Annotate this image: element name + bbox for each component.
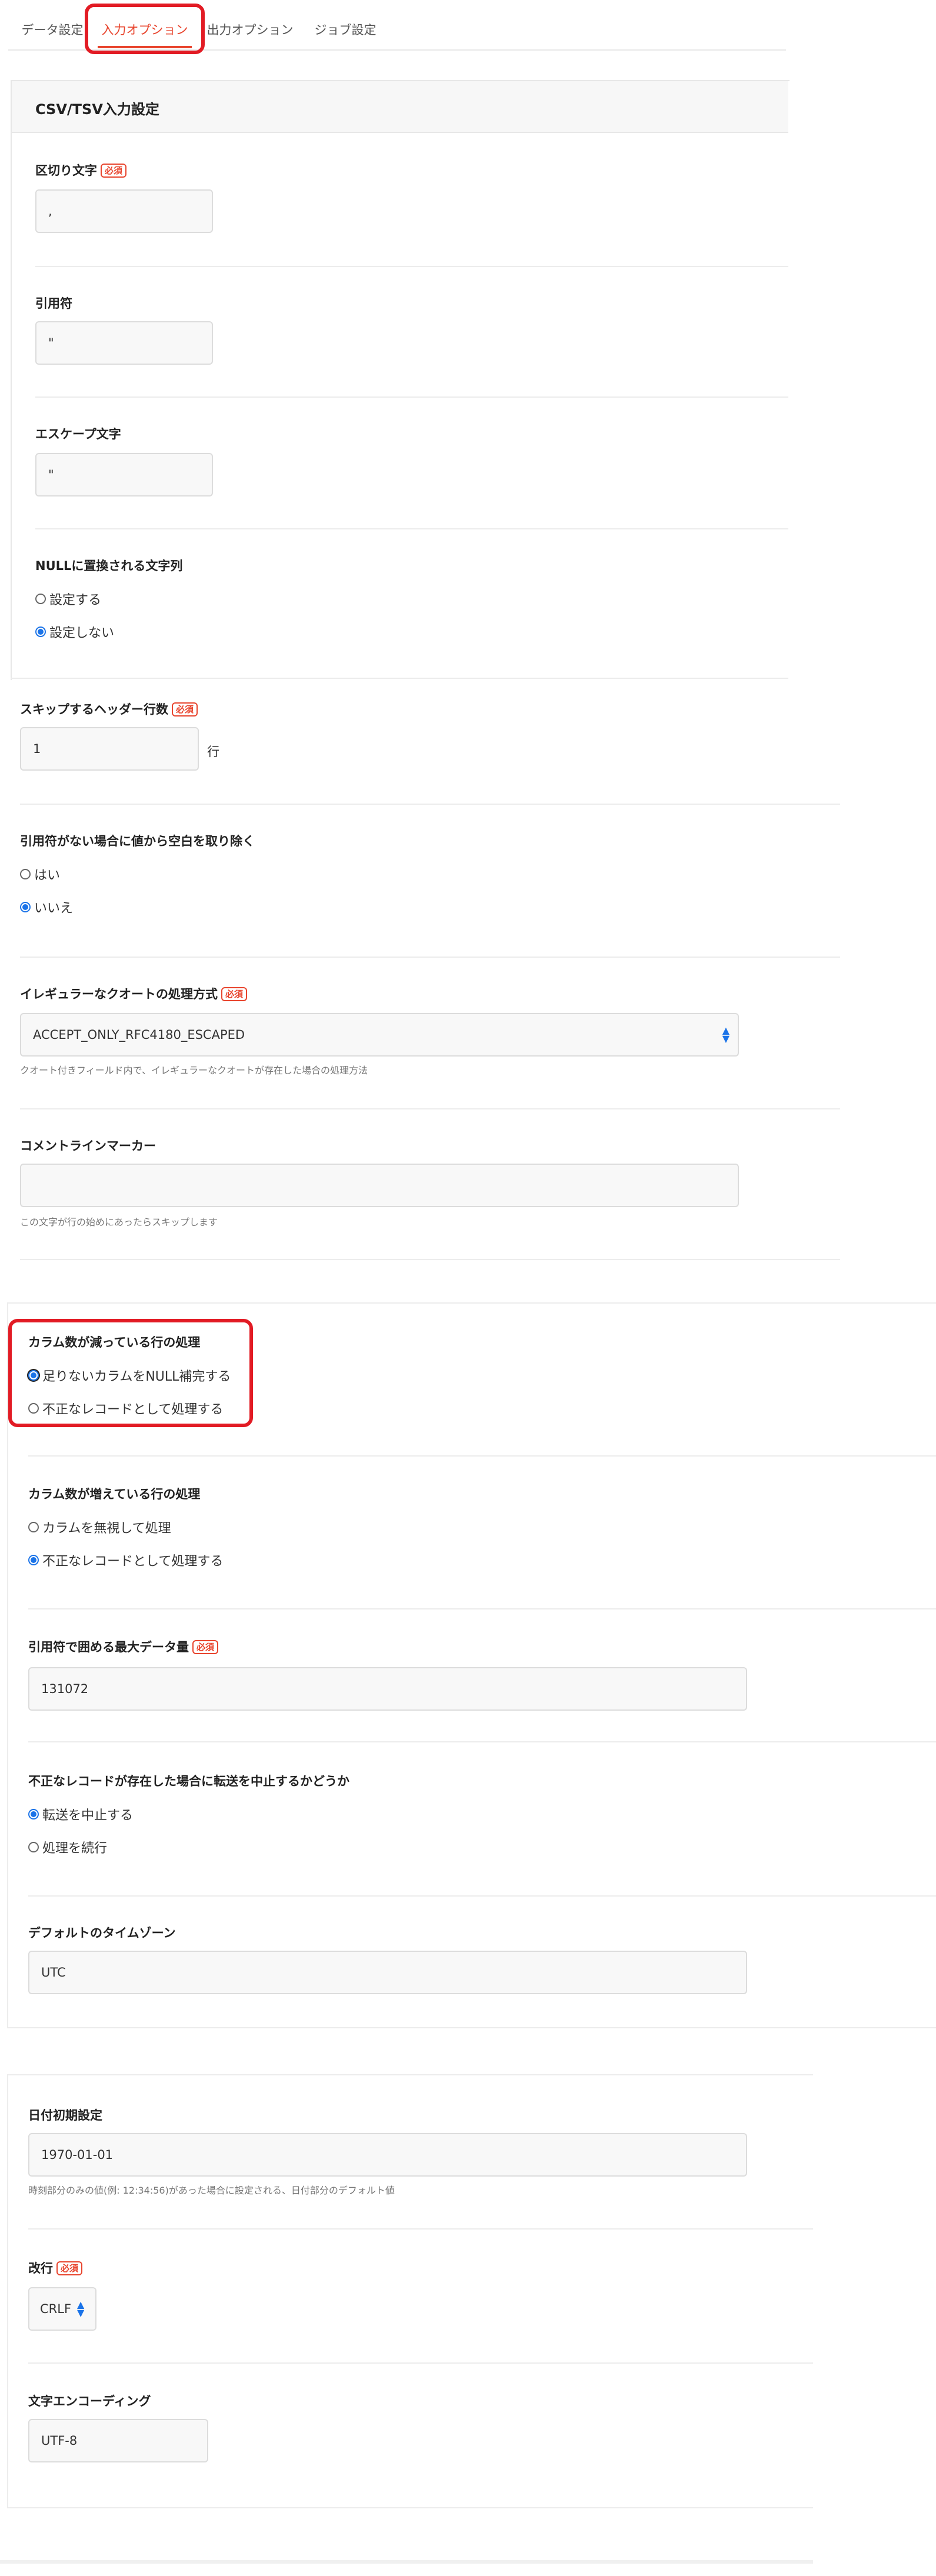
- divider: [35, 528, 788, 529]
- required-badge: 必須: [101, 164, 127, 178]
- tab-label: データ設定: [21, 23, 84, 37]
- divider: [7, 2027, 936, 2028]
- divider: [28, 1455, 936, 1457]
- divider: [20, 1259, 840, 1260]
- page-bottom-bar: [0, 2560, 813, 2564]
- default-timezone-input[interactable]: UTC: [28, 1951, 747, 1994]
- more-columns-option-invalid[interactable]: 不正なレコードとして処理する: [28, 1551, 223, 1569]
- skip-header-input[interactable]: 1: [20, 727, 199, 771]
- divider: [7, 2074, 813, 2075]
- divider: [11, 678, 788, 679]
- escape-label: エスケープ文字: [35, 427, 121, 441]
- quote-input[interactable]: ": [35, 321, 213, 365]
- irregular-quote-select[interactable]: ACCEPT_ONLY_RFC4180_ESCAPED ▲ ▼: [20, 1013, 739, 1057]
- null-string-option-unset[interactable]: 設定しない: [35, 622, 114, 641]
- radio-button[interactable]: [28, 1522, 39, 1532]
- select-arrows-icon: ▲ ▼: [77, 2299, 85, 2318]
- panel-title: CSV/TSV入力設定: [35, 101, 159, 118]
- tab-label: 出力オプション: [206, 23, 294, 37]
- comment-marker-label: コメントラインマーカー: [20, 1139, 156, 1153]
- divider: [28, 2362, 813, 2364]
- radio-button[interactable]: [35, 626, 46, 637]
- delimiter-input[interactable]: ,: [35, 189, 213, 233]
- delimiter-label: 区切り文字 必須: [35, 161, 127, 179]
- select-value: CRLF: [40, 2302, 72, 2316]
- radio-button[interactable]: [35, 594, 46, 604]
- more-columns-label: カラム数が増えている行の処理: [28, 1487, 201, 1501]
- csv-settings-panel: [11, 80, 790, 680]
- section-border: [7, 2075, 8, 2508]
- divider: [7, 2507, 813, 2508]
- comment-marker-help: この文字が行の始めにあったらスキップします: [20, 1217, 218, 1228]
- option-highlight-annotation: [8, 1319, 253, 1427]
- required-badge: 必須: [56, 2261, 83, 2275]
- stop-on-invalid-label: 不正なレコードが存在した場合に転送を中止するかどうか: [28, 1774, 349, 1788]
- trim-unquoted-label: 引用符がない場合に値から空白を取り除く: [20, 834, 255, 848]
- encoding-input[interactable]: UTF-8: [28, 2419, 208, 2462]
- required-badge: 必須: [172, 702, 198, 717]
- tab-output-options[interactable]: 出力オプション: [206, 12, 294, 47]
- null-string-label: NULLに置換される文字列: [35, 559, 183, 573]
- default-date-input[interactable]: 1970-01-01: [28, 2133, 747, 2177]
- tab-job-settings[interactable]: ジョブ設定: [309, 12, 381, 47]
- irregular-quote-label: イレギュラーなクオートの処理方式 必須: [20, 985, 248, 1002]
- divider: [20, 1108, 840, 1109]
- stop-on-invalid-option-stop[interactable]: 転送を中止する: [28, 1805, 133, 1824]
- radio-button[interactable]: [28, 1555, 39, 1565]
- comment-marker-input[interactable]: [20, 1164, 739, 1207]
- select-arrows-icon: ▲ ▼: [722, 1025, 730, 1044]
- encoding-label: 文字エンコーディング: [28, 2394, 151, 2408]
- tab-highlight-annotation: [85, 4, 205, 54]
- more-columns-option-ignore[interactable]: カラムを無視して処理: [28, 1518, 171, 1537]
- trim-option-yes[interactable]: はい: [20, 865, 60, 884]
- divider: [35, 396, 788, 398]
- escape-input[interactable]: ": [35, 453, 213, 496]
- max-quoted-size-label: 引用符で囲める最大データ量 必須: [28, 1638, 219, 1655]
- newline-select[interactable]: CRLF ▲ ▼: [28, 2287, 96, 2331]
- trim-option-no[interactable]: いいえ: [20, 898, 73, 917]
- divider: [7, 1302, 936, 1304]
- divider: [28, 1895, 936, 1897]
- required-badge: 必須: [192, 1640, 219, 1654]
- tab-data-settings[interactable]: データ設定: [15, 12, 89, 47]
- newline-label: 改行 必須: [28, 2259, 83, 2277]
- radio-button[interactable]: [28, 1842, 39, 1852]
- quote-label: 引用符: [35, 296, 72, 311]
- default-date-label: 日付初期設定: [28, 2108, 102, 2122]
- tab-label: ジョブ設定: [314, 23, 377, 37]
- radio-button[interactable]: [20, 902, 31, 912]
- default-date-help: 時刻部分のみの値(例: 12:34:56)があった場合に設定される、日付部分のデ…: [28, 2185, 395, 2196]
- skip-header-unit: 行: [207, 745, 219, 759]
- default-timezone-label: デフォルトのタイムゾーン: [28, 1926, 176, 1940]
- irregular-quote-help: クオート付きフィールド内で、イレギュラーなクオートが存在した場合の処理方法: [20, 1065, 368, 1076]
- required-badge: 必須: [221, 987, 248, 1001]
- max-quoted-size-input[interactable]: 131072: [28, 1667, 747, 1711]
- divider: [28, 1741, 936, 1742]
- divider: [35, 266, 788, 267]
- radio-button[interactable]: [28, 1809, 39, 1819]
- divider: [20, 804, 840, 805]
- skip-header-label: スキップするヘッダー行数 必須: [20, 700, 198, 718]
- radio-button[interactable]: [20, 869, 31, 879]
- divider: [28, 1608, 936, 1609]
- stop-on-invalid-option-continue[interactable]: 処理を続行: [28, 1838, 107, 1857]
- divider: [28, 2228, 813, 2230]
- null-string-option-set[interactable]: 設定する: [35, 589, 101, 608]
- select-value: ACCEPT_ONLY_RFC4180_ESCAPED: [33, 1028, 245, 1042]
- divider: [20, 957, 840, 958]
